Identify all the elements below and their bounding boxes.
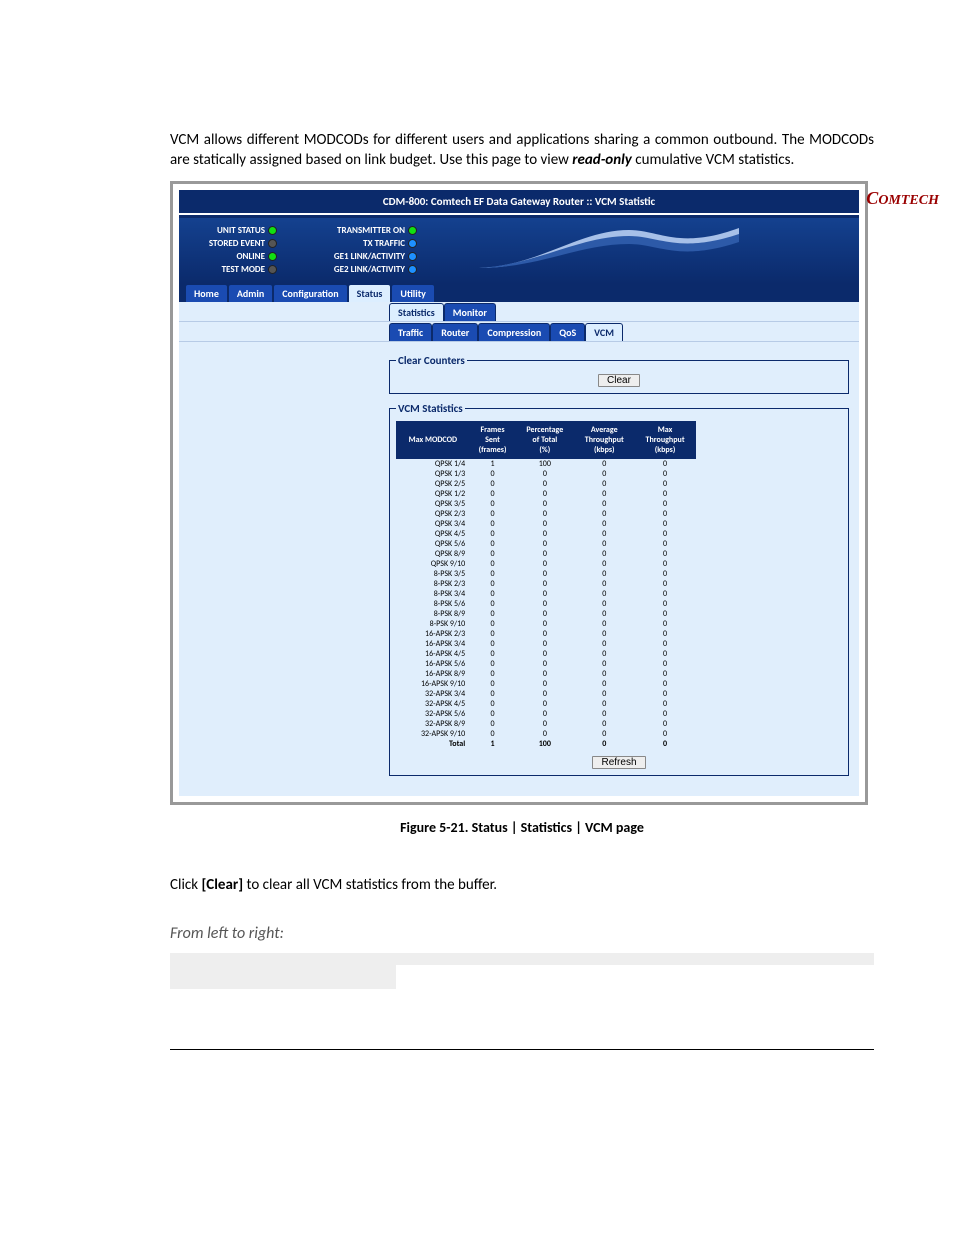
- led-dot-icon: [408, 226, 417, 235]
- tab-utility[interactable]: Utility: [391, 284, 435, 302]
- table-row: 32-APSK 5/60000: [397, 709, 696, 719]
- led-dot-icon: [268, 239, 277, 248]
- table-row: 32-APSK 3/40000: [397, 689, 696, 699]
- window-title: CDM-800: Comtech EF Data Gateway Router …: [179, 190, 859, 213]
- sub-tabs: StatisticsMonitor: [179, 302, 859, 322]
- clear-counters-legend: Clear Counters: [396, 354, 467, 367]
- column-header: AverageThroughput(kbps): [574, 421, 635, 458]
- table-row: 8-PSK 5/60000: [397, 599, 696, 609]
- table-row: [170, 965, 874, 977]
- table-row: QPSK 4/50000: [397, 529, 696, 539]
- table-row: QPSK 5/60000: [397, 539, 696, 549]
- table-row: QPSK 1/30000: [397, 469, 696, 479]
- tab-admin[interactable]: Admin: [228, 284, 273, 302]
- table-row: QPSK 3/50000: [397, 499, 696, 509]
- tab-status[interactable]: Status: [348, 284, 392, 302]
- table-row: 16-APSK 8/90000: [397, 669, 696, 679]
- status-led: ONLINE: [187, 250, 277, 263]
- table-row: 32-APSK 4/50000: [397, 699, 696, 709]
- table-row: 8-PSK 3/40000: [397, 589, 696, 599]
- table-row: QPSK 3/40000: [397, 519, 696, 529]
- table-row: [170, 977, 874, 989]
- tab-monitor[interactable]: Monitor: [444, 303, 496, 321]
- vcm-table: Max MODCODFramesSent(frames)Percentageof…: [396, 421, 696, 749]
- sub-tabs-2: TrafficRouterCompressionQoSVCM: [179, 322, 859, 342]
- table-row: [170, 953, 874, 965]
- tab-router[interactable]: Router: [432, 323, 478, 341]
- table-row: 8-PSK 8/90000: [397, 609, 696, 619]
- clear-counters-desc: Click [Clear] to clear all VCM statistic…: [170, 876, 874, 894]
- led-dot-icon: [408, 265, 417, 274]
- status-led: TX TRAFFIC: [297, 237, 417, 250]
- swoosh-graphic: [479, 228, 739, 268]
- status-led: GE1 LINK/ACTIVITY: [297, 250, 417, 263]
- tab-qos[interactable]: QoS: [550, 323, 585, 341]
- table-row: QPSK 1/4110000: [397, 458, 696, 469]
- table-row: 16-APSK 4/50000: [397, 649, 696, 659]
- status-header: UNIT STATUS STORED EVENT ONLINE TEST MOD…: [179, 217, 859, 284]
- tab-home[interactable]: Home: [185, 284, 228, 302]
- tab-traffic[interactable]: Traffic: [389, 323, 432, 341]
- intro-readonly: read-only: [572, 151, 632, 169]
- tab-statistics[interactable]: Statistics: [389, 303, 444, 321]
- table-row: QPSK 9/100000: [397, 559, 696, 569]
- table-row: 8-PSK 9/100000: [397, 619, 696, 629]
- tab-configuration[interactable]: Configuration: [273, 284, 347, 302]
- table-row: 8-PSK 3/50000: [397, 569, 696, 579]
- led-dot-icon: [268, 252, 277, 261]
- intro-paragraph: VCM allows different MODCODs for differe…: [170, 130, 874, 171]
- led-dot-icon: [268, 265, 277, 274]
- table-row: QPSK 2/30000: [397, 509, 696, 519]
- content-area: Clear Counters Clear VCM Statistics Max …: [179, 342, 859, 796]
- status-led: STORED EVENT: [187, 237, 277, 250]
- status-led: TRANSMITTER ON: [297, 224, 417, 237]
- led-dot-icon: [268, 226, 277, 235]
- table-row-total: Total110000: [397, 739, 696, 749]
- column-header: FramesSent(frames): [469, 421, 516, 458]
- clear-counters-fieldset: Clear Counters Clear: [389, 354, 849, 394]
- status-led: TEST MODE: [187, 263, 277, 276]
- intro-text-2: cumulative VCM statistics.: [632, 151, 794, 169]
- footer-rule: [170, 1049, 874, 1050]
- brand-logo: CCOMTECHOMTECH: [866, 188, 939, 209]
- table-row: 16-APSK 5/60000: [397, 659, 696, 669]
- status-led: GE2 LINK/ACTIVITY: [297, 263, 417, 276]
- column-header: Percentageof Total(%): [516, 421, 574, 458]
- led-dot-icon: [408, 239, 417, 248]
- table-row: QPSK 2/50000: [397, 479, 696, 489]
- table-row: QPSK 1/20000: [397, 489, 696, 499]
- refresh-button[interactable]: Refresh: [592, 756, 645, 769]
- table-row: 16-APSK 2/30000: [397, 629, 696, 639]
- column-header: Max MODCOD: [397, 421, 470, 458]
- tab-vcm[interactable]: VCM: [585, 323, 623, 341]
- status-led: UNIT STATUS: [187, 224, 277, 237]
- tab-compression[interactable]: Compression: [478, 323, 550, 341]
- table-row: QPSK 8/90000: [397, 549, 696, 559]
- table-row: 16-APSK 3/40000: [397, 639, 696, 649]
- table-row: 16-APSK 9/100000: [397, 679, 696, 689]
- table-row: 8-PSK 2/30000: [397, 579, 696, 589]
- table-row: 32-APSK 8/90000: [397, 719, 696, 729]
- vcm-statistics-fieldset: VCM Statistics Max MODCODFramesSent(fram…: [389, 402, 849, 776]
- screenshot-container: CDM-800: Comtech EF Data Gateway Router …: [170, 181, 868, 805]
- definitions-table: [170, 953, 874, 989]
- led-dot-icon: [408, 252, 417, 261]
- from-left-to-right: From left to right:: [170, 924, 874, 943]
- table-row: 32-APSK 9/100000: [397, 729, 696, 739]
- clear-button[interactable]: Clear: [598, 374, 640, 387]
- vcm-statistics-legend: VCM Statistics: [396, 402, 465, 415]
- figure-caption: Figure 5-21. Status | Statistics | VCM p…: [170, 819, 874, 836]
- main-tabs: HomeAdminConfigurationStatusUtility: [179, 284, 859, 302]
- column-header: MaxThroughput(kbps): [635, 421, 696, 458]
